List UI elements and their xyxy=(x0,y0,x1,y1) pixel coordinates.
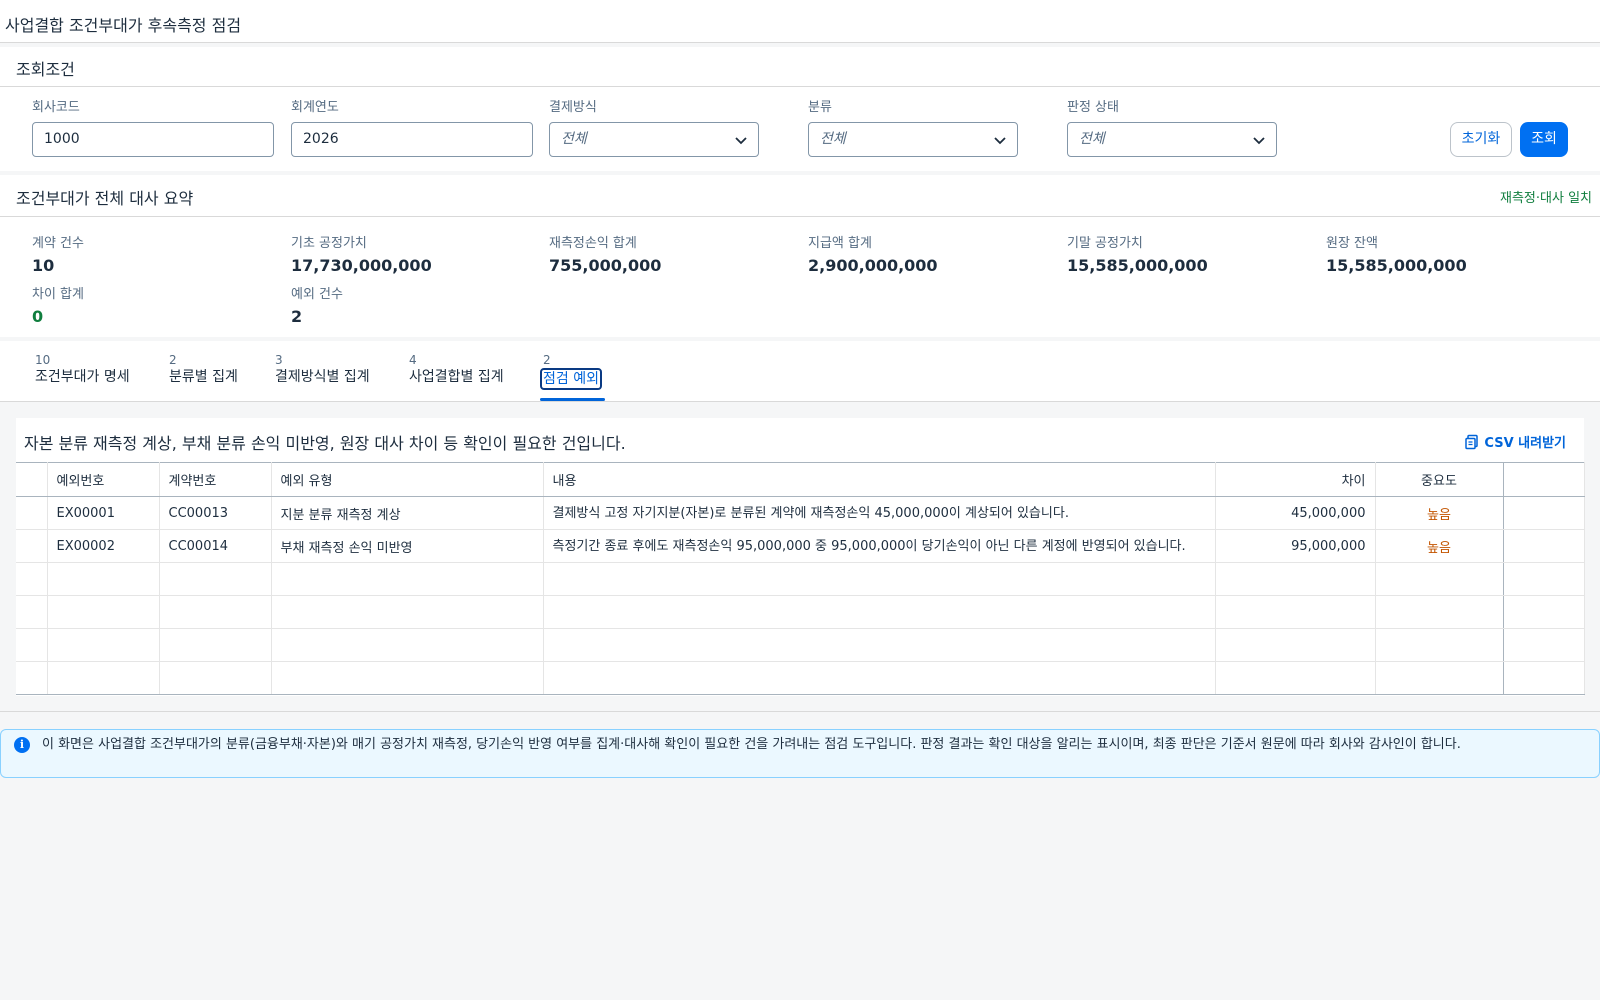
reconciliation-status: 재측정·대사 일치 xyxy=(1500,191,1592,206)
csv-download-label: CSV 내려받기 xyxy=(1484,436,1566,451)
judgment-status-label: 판정 상태 xyxy=(1067,100,1119,115)
row-selector[interactable] xyxy=(16,529,48,563)
cell-contract-id: CC00014 xyxy=(159,529,272,563)
tab-exceptions[interactable]: 2 점검 예외 xyxy=(540,353,602,390)
kpi-contract-count: 계약 건수 10 xyxy=(32,236,84,275)
column-header-content[interactable]: 내용 xyxy=(543,462,1216,497)
classification-value: 전체 xyxy=(820,131,846,147)
column-header-exception-id[interactable]: 예외번호 xyxy=(47,462,160,497)
settlement-method-label: 결제방식 xyxy=(549,100,597,115)
kpi-closing-fair-value: 기말 공정가치 15,585,000,000 xyxy=(1067,236,1208,275)
info-message-strip: i 이 화면은 사업결합 조건부대가의 분류(금융부채·자본)와 매기 공정가치… xyxy=(0,729,1600,778)
table-row[interactable]: EX00001 CC00013 지분 분류 재측정 계상 결제방식 고정 자기지… xyxy=(16,496,1585,530)
column-header-spacer xyxy=(1503,462,1585,497)
csv-download-icon xyxy=(1465,434,1479,449)
cell-content: 측정기간 종료 후에도 재측정손익 95,000,000 중 95,000,00… xyxy=(543,529,1216,563)
cell-exception-id: EX00002 xyxy=(47,529,160,563)
search-button[interactable]: 조회 xyxy=(1520,122,1568,157)
empty-row xyxy=(16,595,1585,629)
tab-by-settlement-method[interactable]: 3 결제방식별 집계 xyxy=(275,353,370,386)
cell-spacer xyxy=(1503,496,1585,530)
cell-contract-id: CC00013 xyxy=(159,496,272,530)
fiscal-year-input[interactable]: 2026 xyxy=(291,122,533,157)
tab-bar: 10 조건부대가 명세 2 분류별 집계 3 결제방식별 집계 4 사업결합별 … xyxy=(0,341,1600,402)
cell-exception-id: EX00001 xyxy=(47,496,160,530)
info-message-text: 이 화면은 사업결합 조건부대가의 분류(금융부채·자본)와 매기 공정가치 재… xyxy=(42,737,1461,752)
column-header-exception-type[interactable]: 예외 유형 xyxy=(271,462,544,497)
cell-content: 결제방식 고정 자기지분(자본)로 분류된 계약에 재측정손익 45,000,0… xyxy=(543,496,1216,530)
classification-label: 분류 xyxy=(808,100,832,115)
summary-panel-header: 조건부대가 전체 대사 요약 재측정·대사 일치 xyxy=(0,175,1600,217)
cell-severity: 높음 xyxy=(1375,496,1504,530)
fiscal-year-label: 회계연도 xyxy=(291,100,339,115)
cell-difference: 45,000,000 xyxy=(1215,496,1376,530)
exceptions-panel: 자본 분류 재측정 계상, 부채 분류 손익 미반영, 원장 대사 차이 등 확… xyxy=(16,418,1585,696)
empty-row xyxy=(16,628,1585,662)
row-selector[interactable] xyxy=(16,496,48,530)
table-row[interactable]: EX00002 CC00014 부채 재측정 손익 미반영 측정기간 종료 후에… xyxy=(16,529,1585,563)
filter-panel-title: 조회조건 xyxy=(16,60,75,79)
tab-contingent-consideration-details[interactable]: 10 조건부대가 명세 xyxy=(35,353,130,386)
tab-by-classification[interactable]: 2 분류별 집계 xyxy=(169,353,238,386)
judgment-status-select[interactable]: 전체 xyxy=(1067,122,1277,157)
kpi-remeasurement-total: 재측정손익 합계 755,000,000 xyxy=(549,236,662,275)
column-header-contract-id[interactable]: 계약번호 xyxy=(159,462,272,497)
summary-panel-title: 조건부대가 전체 대사 요약 xyxy=(16,189,194,208)
column-header-difference[interactable]: 차이 xyxy=(1215,462,1376,497)
judgment-status-value: 전체 xyxy=(1079,131,1105,147)
chevron-down-icon xyxy=(735,137,747,145)
tab-by-business-combination[interactable]: 4 사업결합별 집계 xyxy=(409,353,504,386)
kpi-exception-count: 예외 건수 2 xyxy=(291,287,343,326)
chevron-down-icon xyxy=(994,137,1006,145)
kpi-ledger-balance: 원장 잔액 15,585,000,000 xyxy=(1326,236,1467,275)
exceptions-table: 예외번호 계약번호 예외 유형 내용 차이 중요도 EX00001 CC0001… xyxy=(16,462,1585,695)
csv-download-button[interactable]: CSV 내려받기 xyxy=(1464,432,1566,451)
company-code-label: 회사코드 xyxy=(32,100,80,115)
empty-row xyxy=(16,562,1585,596)
kpi-payment-total: 지급액 합계 2,900,000,000 xyxy=(808,236,938,275)
empty-row xyxy=(16,661,1585,695)
active-tab-indicator xyxy=(540,398,605,401)
reset-button[interactable]: 초기화 xyxy=(1450,122,1512,157)
kpi-opening-fair-value: 기초 공정가치 17,730,000,000 xyxy=(291,236,432,275)
cell-exception-type: 지분 분류 재측정 계상 xyxy=(271,496,544,530)
cell-spacer xyxy=(1503,529,1585,563)
classification-select[interactable]: 전체 xyxy=(808,122,1018,157)
page-header: 사업결합 조건부대가 후속측정 점검 xyxy=(0,0,1600,43)
company-code-input[interactable]: 1000 xyxy=(32,122,274,157)
cell-exception-type: 부채 재측정 손익 미반영 xyxy=(271,529,544,563)
filter-panel-header: 조회조건 xyxy=(0,47,1600,87)
table-header-row: 예외번호 계약번호 예외 유형 내용 차이 중요도 xyxy=(16,462,1585,497)
chevron-down-icon xyxy=(1253,137,1265,145)
page-title: 사업결합 조건부대가 후속측정 점검 xyxy=(5,16,242,35)
row-selector-header[interactable] xyxy=(16,462,48,497)
exceptions-description: 자본 분류 재측정 계상, 부채 분류 손익 미반영, 원장 대사 차이 등 확… xyxy=(24,434,626,453)
summary-panel: 조건부대가 전체 대사 요약 재측정·대사 일치 계약 건수 10 기초 공정가… xyxy=(0,175,1600,337)
kpi-difference-total: 차이 합계 0 xyxy=(32,287,84,326)
filter-panel: 조회조건 회사코드 1000 회계연도 2026 결제방식 전체 분류 전체 판… xyxy=(0,47,1600,171)
section-divider xyxy=(0,711,1600,712)
column-header-severity[interactable]: 중요도 xyxy=(1375,462,1504,497)
cell-difference: 95,000,000 xyxy=(1215,529,1376,563)
settlement-method-select[interactable]: 전체 xyxy=(549,122,759,157)
settlement-method-value: 전체 xyxy=(561,131,587,147)
info-icon: i xyxy=(14,737,30,753)
cell-severity: 높음 xyxy=(1375,529,1504,563)
